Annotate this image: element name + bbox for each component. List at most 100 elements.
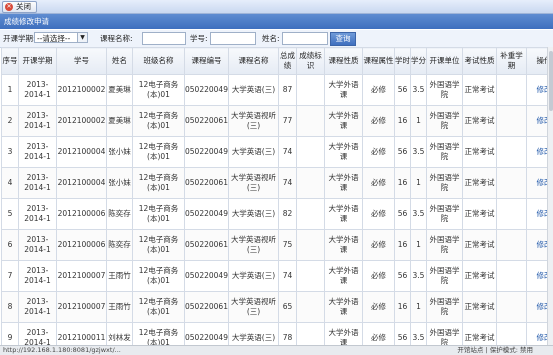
table-cell: 1 (410, 105, 427, 137)
table-cell: 大学英语(三) (228, 198, 279, 230)
table-cell: 王雨竹 (106, 291, 133, 323)
term-select[interactable]: --请选择-- ▼ (34, 32, 88, 43)
table-row[interactable]: 2 2013-2014-1 2012100002 夏美琳 12电子商务(本)01 0502… (1, 105, 547, 137)
table-cell: 大学外语课 (324, 322, 363, 345)
table-row[interactable]: 6 2013-2014-1 2012100006 陈奕存 12电子商务(本)01 0502… (1, 229, 547, 261)
table-cell: 77 (278, 105, 297, 137)
column-header[interactable]: 姓名 (106, 47, 133, 75)
table-row[interactable]: 9 2013-2014-1 2012100011 刘林发 12电子商务(本)01 0502… (1, 322, 547, 345)
column-header[interactable]: 补重学期 (496, 47, 527, 75)
query-button[interactable]: 查询 (330, 32, 356, 46)
table-cell (296, 105, 325, 137)
table-cell: 大学外语课 (324, 291, 363, 323)
toolbar: ✕ 关闭 (0, 0, 553, 14)
column-header[interactable]: 课程性质 (324, 47, 363, 75)
table-cell (296, 291, 325, 323)
table-cell: 050220061 (184, 105, 229, 137)
edit-link[interactable]: 修改 (526, 167, 547, 199)
vertical-scrollbar[interactable] (547, 47, 553, 345)
table-cell (496, 167, 527, 199)
table-cell: 8 (1, 291, 19, 323)
table-row[interactable]: 5 2013-2014-1 2012100006 陈奕存 12电子商务(本)01 0502… (1, 198, 547, 230)
table-cell: 050220061 (184, 291, 229, 323)
edit-link[interactable]: 修改 (526, 136, 547, 168)
table-cell: 必修 (362, 105, 395, 137)
table-cell: 2012100002 (56, 105, 107, 137)
column-header[interactable]: 学号 (56, 47, 107, 75)
table-cell: 3.5 (410, 74, 427, 106)
close-label: 关闭 (16, 2, 31, 11)
column-header[interactable]: 考试性质 (462, 47, 497, 75)
table-cell: 大学英语视听(三) (228, 291, 279, 323)
table-cell: 16 (394, 229, 411, 261)
column-header[interactable]: 课程属性 (362, 47, 395, 75)
student-id-input[interactable] (210, 32, 256, 45)
table-row[interactable]: 3 2013-2014-1 2012100004 张小妹 12电子商务(本)01 0502… (1, 136, 547, 168)
table-cell: 2013-2014-1 (18, 260, 57, 292)
table-cell (296, 260, 325, 292)
table-cell: 12电子商务(本)01 (132, 260, 185, 292)
edit-link[interactable]: 修改 (526, 291, 547, 323)
course-label: 课程名称: (100, 34, 133, 43)
table-cell: 050220049 (184, 136, 229, 168)
edit-link[interactable]: 修改 (526, 322, 547, 345)
column-header[interactable]: 学时 (394, 47, 411, 75)
close-button[interactable]: ✕ 关闭 (2, 1, 37, 13)
table-cell: 大学英语视听(三) (228, 167, 279, 199)
column-header[interactable]: 课程编号 (184, 47, 229, 75)
table-cell: 050220061 (184, 229, 229, 261)
column-header[interactable]: 序号 (1, 47, 19, 75)
edit-link[interactable]: 修改 (526, 105, 547, 137)
table-cell: 正常考试 (462, 260, 497, 292)
column-header[interactable]: 总成绩 (278, 47, 297, 75)
table-row[interactable]: 4 2013-2014-1 2012100004 张小妹 12电子商务(本)01 0502… (1, 167, 547, 199)
table-cell: 74 (278, 136, 297, 168)
course-name-input[interactable] (142, 32, 186, 45)
window-title: 成绩修改申请 (4, 17, 49, 26)
column-header[interactable]: 开课学期 (18, 47, 57, 75)
edit-link[interactable]: 修改 (526, 74, 547, 106)
table-cell: 夏美琳 (106, 105, 133, 137)
table-cell: 1 (1, 74, 19, 106)
table-row[interactable]: 7 2013-2014-1 2012100007 王雨竹 12电子商务(本)01 0502… (1, 260, 547, 292)
table-header-row: 序号 开课学期 学号 姓名 班级名称 课程编号 课程名称 总成绩 成绩标识 课程… (1, 47, 547, 75)
column-header[interactable]: 操作 (526, 47, 547, 75)
table-cell: 1 (410, 291, 427, 323)
edit-link[interactable]: 修改 (526, 198, 547, 230)
table-cell: 必修 (362, 198, 395, 230)
table-cell: 外国语学院 (426, 198, 463, 230)
table-cell: 正常考试 (462, 198, 497, 230)
table-row[interactable]: 1 2013-2014-1 2012100002 夏美琳 12电子商务(本)01 0502… (1, 74, 547, 106)
student-id-label: 学号: (190, 34, 208, 43)
table-cell: 正常考试 (462, 74, 497, 106)
table-cell: 12电子商务(本)01 (132, 105, 185, 137)
table-cell (496, 322, 527, 345)
column-header[interactable]: 学分 (410, 47, 427, 75)
table-cell: 陈奕存 (106, 198, 133, 230)
table-cell: 大学外语课 (324, 198, 363, 230)
table-cell: 050220049 (184, 322, 229, 345)
table-cell: 2012100007 (56, 291, 107, 323)
table-cell: 正常考试 (462, 167, 497, 199)
table-cell: 56 (394, 260, 411, 292)
table-cell (496, 291, 527, 323)
column-header[interactable]: 班级名称 (132, 47, 185, 75)
column-header[interactable]: 课程名称 (228, 47, 279, 75)
table-cell: 65 (278, 291, 297, 323)
edit-link[interactable]: 修改 (526, 229, 547, 261)
term-select-value: --请选择-- (37, 34, 71, 43)
column-header[interactable]: 成绩标识 (296, 47, 325, 75)
table-cell: 大学英语(三) (228, 322, 279, 345)
table-cell: 2013-2014-1 (18, 105, 57, 137)
table-cell: 外国语学院 (426, 260, 463, 292)
edit-link[interactable]: 修改 (526, 260, 547, 292)
table-row[interactable]: 8 2013-2014-1 2012100007 王雨竹 12电子商务(本)01 0502… (1, 291, 547, 323)
table-cell: 5 (1, 198, 19, 230)
table-cell: 正常考试 (462, 322, 497, 345)
chevron-down-icon[interactable]: ▼ (77, 33, 87, 42)
table-cell (296, 167, 325, 199)
column-header[interactable]: 开课单位 (426, 47, 463, 75)
name-input[interactable] (282, 32, 328, 45)
scrollbar-thumb[interactable] (549, 51, 553, 111)
table-cell: 56 (394, 322, 411, 345)
